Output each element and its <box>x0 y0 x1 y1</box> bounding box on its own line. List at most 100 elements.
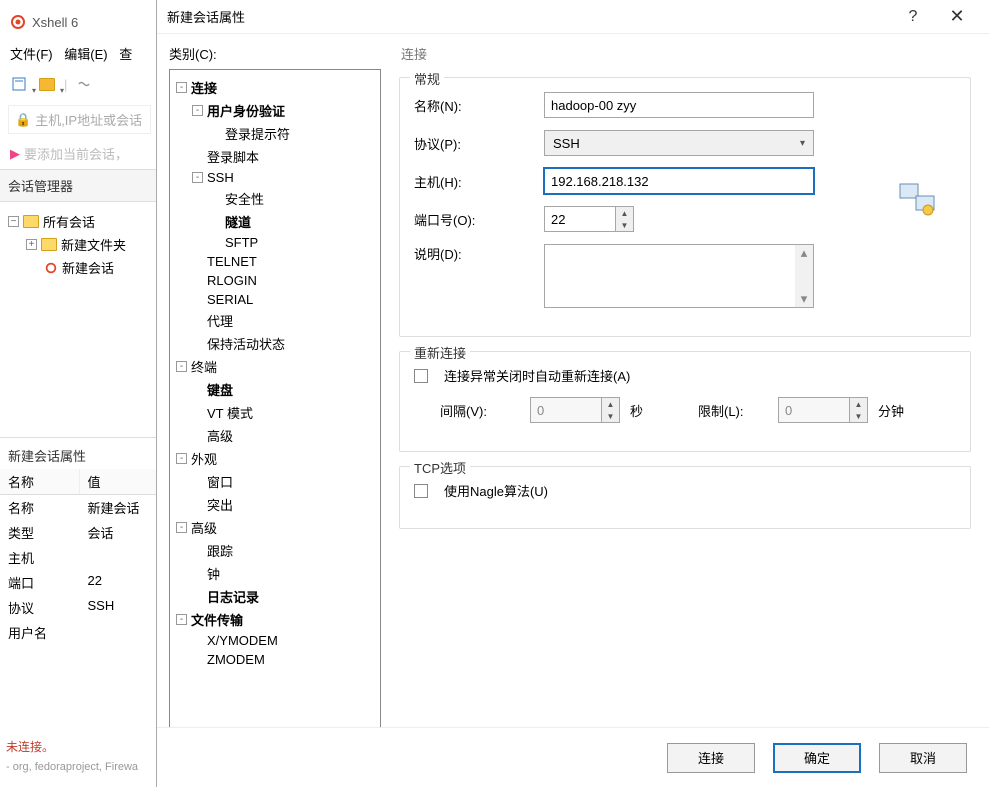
tree-spacer <box>192 275 203 286</box>
category-tree-item[interactable]: X/YMODEM <box>174 631 376 650</box>
category-tree[interactable]: -连接-用户身份验证登录提示符登录脚本-SSH安全性隧道 SFTPTELNETRL… <box>169 69 381 727</box>
nagle-checkbox[interactable] <box>414 484 428 498</box>
category-tree-item[interactable]: -高级 <box>174 516 376 539</box>
tree-root[interactable]: − 所有会话 <box>4 210 155 233</box>
menu-edit[interactable]: 编辑(E) <box>64 47 107 62</box>
category-tree-item[interactable]: -连接 <box>174 76 376 99</box>
tree-spacer <box>192 384 203 395</box>
open-icon[interactable]: ▾ <box>36 73 58 95</box>
port-input[interactable] <box>545 207 615 231</box>
category-tree-item[interactable]: 突出 <box>174 493 376 516</box>
arrow-up-icon[interactable]: ▲ <box>616 207 633 219</box>
reconnect-check-label: 连接异常关闭时自动重新连接(A) <box>444 366 630 385</box>
name-input[interactable] <box>544 92 814 118</box>
host-input[interactable] <box>544 168 814 194</box>
tree-expander-icon[interactable]: - <box>176 361 187 372</box>
arrow-up-icon[interactable]: ▲ <box>850 398 867 410</box>
props-row: 类型会话 <box>0 520 159 545</box>
category-tree-item[interactable]: -终端 <box>174 355 376 378</box>
collapse-icon[interactable]: − <box>8 216 19 227</box>
tree-spacer <box>192 294 203 305</box>
category-tree-item[interactable]: 登录脚本 <box>174 145 376 168</box>
category-tree-item[interactable]: SFTP <box>174 233 376 252</box>
tree-expander-icon[interactable]: - <box>176 614 187 625</box>
limit-input[interactable] <box>779 398 849 422</box>
tree-expander-icon[interactable]: - <box>192 172 203 183</box>
cancel-button[interactable]: 取消 <box>879 743 967 773</box>
seconds-label: 秒 <box>630 401 658 420</box>
spinner-arrows[interactable]: ▲▼ <box>849 398 867 422</box>
tree-spacer <box>210 216 221 227</box>
tree-spacer <box>192 315 203 326</box>
props-key: 用户名 <box>0 620 80 645</box>
tree-spacer <box>192 151 203 162</box>
props-key: 名称 <box>0 495 80 520</box>
limit-spinner[interactable]: ▲▼ <box>778 397 868 423</box>
arrow-up-icon[interactable]: ▲ <box>602 398 619 410</box>
menu-bar: 文件(F) 编辑(E) 查 <box>0 40 159 67</box>
spinner-arrows[interactable]: ▲▼ <box>601 398 619 422</box>
category-tree-item[interactable]: 登录提示符 <box>174 122 376 145</box>
host-input[interactable]: 🔒 主机,IP地址或会话 <box>8 105 151 134</box>
spinner-arrows[interactable]: ▲▼ <box>615 207 633 231</box>
category-tree-item[interactable]: 钟 <box>174 562 376 585</box>
chevron-down-icon: ▾ <box>800 138 805 149</box>
category-tree-item[interactable]: 保持活动状态 <box>174 332 376 355</box>
interval-label: 间隔(V): <box>440 401 520 420</box>
link-icon[interactable] <box>73 73 95 95</box>
reconnect-group: 重新连接 连接异常关闭时自动重新连接(A) 间隔(V): ▲▼ 秒 限制(L): <box>399 351 971 452</box>
arrow-down-icon[interactable]: ▼ <box>616 219 633 231</box>
interval-input[interactable] <box>531 398 601 422</box>
props-row: 协议SSH <box>0 595 159 620</box>
desc-textarea[interactable]: ▴▾ <box>544 244 814 308</box>
ok-button[interactable]: 确定 <box>773 743 861 773</box>
category-tree-item[interactable]: VT 模式 <box>174 401 376 424</box>
new-session-icon[interactable]: ▾ <box>8 73 30 95</box>
category-tree-item[interactable]: TELNET <box>174 252 376 271</box>
category-tree-item[interactable]: -用户身份验证 <box>174 99 376 122</box>
category-tree-item[interactable]: 安全性 <box>174 187 376 210</box>
menu-view[interactable]: 查 <box>119 47 132 62</box>
connect-button[interactable]: 连接 <box>667 743 755 773</box>
protocol-select[interactable]: SSH ▾ <box>544 130 814 156</box>
category-tree-item[interactable]: 高级 <box>174 424 376 447</box>
tree-session[interactable]: 新建会话 <box>4 256 155 279</box>
name-label: 名称(N): <box>414 96 534 115</box>
menu-file[interactable]: 文件(F) <box>10 47 53 62</box>
tree-folder[interactable]: + 新建文件夹 <box>4 233 155 256</box>
reconnect-checkbox[interactable] <box>414 369 428 383</box>
category-tree-item[interactable]: -SSH <box>174 168 376 187</box>
category-tree-item[interactable]: -文件传输 <box>174 608 376 631</box>
tree-expander-icon[interactable]: - <box>176 522 187 533</box>
category-tree-item[interactable]: SERIAL <box>174 290 376 309</box>
section-title: 连接 <box>401 44 971 63</box>
desc-label: 说明(D): <box>414 244 534 263</box>
port-spinner[interactable]: ▲▼ <box>544 206 634 232</box>
category-tree-item[interactable]: 代理 <box>174 309 376 332</box>
category-tree-item[interactable]: 日志记录 <box>174 585 376 608</box>
tree-expander-icon[interactable]: - <box>192 105 203 116</box>
folder-icon <box>41 238 57 251</box>
category-tree-item[interactable]: RLOGIN <box>174 271 376 290</box>
category-tree-item[interactable]: 键盘 <box>174 378 376 401</box>
help-button[interactable]: ? <box>891 8 935 26</box>
category-tree-item[interactable]: ZMODEM <box>174 650 376 669</box>
interval-spinner[interactable]: ▲▼ <box>530 397 620 423</box>
tree-expander-icon[interactable]: - <box>176 453 187 464</box>
scrollbar[interactable]: ▴▾ <box>795 245 813 307</box>
props-header: 名称 值 <box>0 469 159 495</box>
category-tree-item[interactable]: 隧道 <box>174 210 376 233</box>
arrow-down-icon[interactable]: ▼ <box>850 410 867 422</box>
category-tree-item[interactable]: 跟踪 <box>174 539 376 562</box>
connection-icon <box>898 180 938 221</box>
arrow-down-icon[interactable]: ▼ <box>602 410 619 422</box>
tree-expander-icon[interactable]: - <box>176 82 187 93</box>
close-button[interactable]: ✕ <box>935 6 979 27</box>
dialog-title: 新建会话属性 <box>167 7 891 26</box>
category-tree-item[interactable]: 窗口 <box>174 470 376 493</box>
props-value: 会话 <box>80 520 160 545</box>
category-label: 隧道 <box>225 212 251 231</box>
category-tree-item[interactable]: -外观 <box>174 447 376 470</box>
expand-icon[interactable]: + <box>26 239 37 250</box>
category-label: 突出 <box>207 495 233 514</box>
